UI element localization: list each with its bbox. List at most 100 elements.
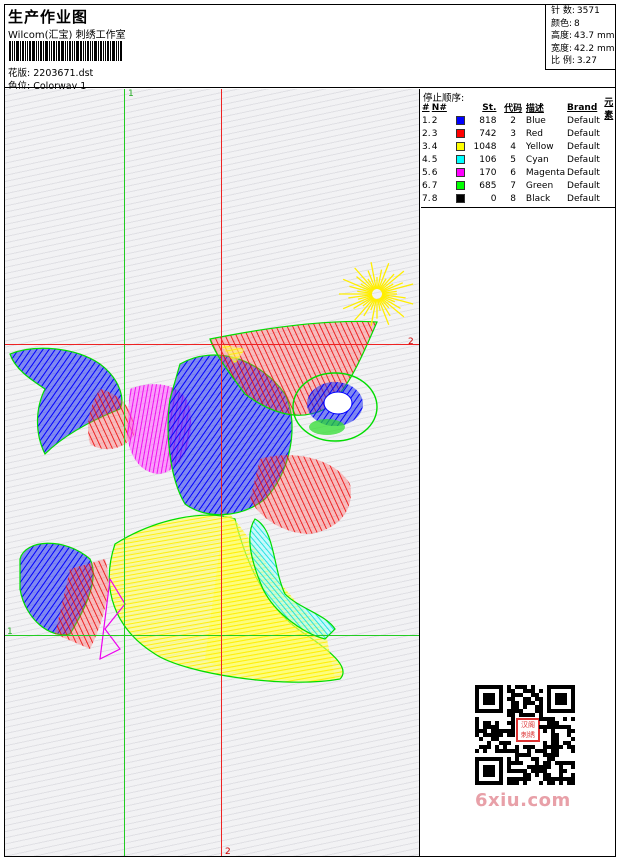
qr-module bbox=[535, 773, 539, 777]
stat-ratio-label: 比 例: bbox=[551, 56, 575, 66]
guide-horizontal-2 bbox=[5, 344, 419, 345]
row-code: 6 bbox=[510, 167, 517, 178]
qr-finder bbox=[483, 693, 495, 705]
row-code: 7 bbox=[510, 180, 517, 191]
watermark: 6xiu.com bbox=[475, 790, 571, 811]
table-body: 1. 2 818 2 Blue Default 2. 3 742 3 Red Default 3. 4 10… bbox=[421, 114, 616, 205]
row-needle: 5 bbox=[431, 154, 438, 165]
barcode bbox=[9, 41, 143, 61]
stat-height: 高度: 43.7 mm bbox=[549, 30, 616, 43]
row-brand: Default bbox=[567, 167, 600, 178]
red-body bbox=[250, 455, 351, 534]
stat-height-value: 43.7 mm bbox=[574, 31, 615, 41]
color-swatch bbox=[455, 116, 465, 125]
row-index: 7. bbox=[422, 193, 431, 204]
stat-width-label: 宽度: bbox=[551, 43, 573, 54]
row-swatch bbox=[451, 194, 469, 203]
row-brand: Default bbox=[567, 128, 600, 139]
color-swatch bbox=[455, 155, 465, 164]
stat-stitches-label: 针 数: bbox=[551, 6, 575, 16]
qr-module bbox=[539, 689, 543, 693]
qr-module bbox=[571, 737, 575, 741]
row-stitches: 0 bbox=[490, 193, 497, 204]
row-brand: Default bbox=[567, 180, 600, 191]
row-index: 6. bbox=[422, 180, 431, 191]
design-canvas[interactable]: 1 1 2 2 bbox=[5, 89, 420, 856]
embroidery-design bbox=[9, 261, 414, 683]
qr-module bbox=[571, 749, 575, 753]
guide-horizontal-1 bbox=[5, 635, 419, 636]
guide-label-v2: 2 bbox=[225, 847, 231, 856]
qr-module bbox=[551, 781, 555, 785]
row-desc: Yellow bbox=[525, 141, 554, 152]
qr-module bbox=[479, 737, 483, 741]
row-code: 3 bbox=[510, 128, 517, 139]
row-needle: 7 bbox=[431, 180, 438, 191]
table-row[interactable]: 6. 7 685 7 Green Default bbox=[421, 179, 616, 192]
row-needle: 4 bbox=[431, 141, 438, 152]
table-row[interactable]: 3. 4 1048 4 Yellow Default bbox=[421, 140, 616, 153]
qr-module bbox=[519, 761, 523, 765]
row-brand: Default bbox=[567, 193, 600, 204]
row-stitches: 742 bbox=[479, 128, 497, 139]
qr-module bbox=[531, 713, 535, 717]
qr-module bbox=[515, 781, 519, 785]
header-stitches: St. bbox=[482, 102, 497, 113]
qr-module bbox=[499, 733, 503, 737]
stat-stitches-value: 3571 bbox=[576, 6, 600, 16]
guide-vertical-1 bbox=[124, 89, 125, 856]
row-stitches: 170 bbox=[479, 167, 497, 178]
header-code: 代码 bbox=[504, 104, 523, 114]
table-row[interactable]: 1. 2 818 2 Blue Default bbox=[421, 114, 616, 127]
header-n: # bbox=[422, 102, 430, 113]
row-desc: Blue bbox=[525, 115, 546, 126]
qr-module bbox=[487, 745, 491, 749]
row-desc: Magenta bbox=[525, 167, 566, 178]
qr-module bbox=[523, 705, 527, 709]
color-swatch bbox=[455, 194, 465, 203]
row-needle: 3 bbox=[431, 128, 438, 139]
qr-stamp: 汉阁刺绣 bbox=[516, 718, 540, 742]
header-needle: N# bbox=[431, 102, 447, 113]
row-stitches: 818 bbox=[479, 115, 497, 126]
stats-panel: 针 数: 3571 颜色: 8 高度: 43.7 mm 宽度: 42.2 mm 比 例:… bbox=[545, 4, 616, 70]
guide-vertical-2 bbox=[221, 89, 222, 856]
header-brand: Brand bbox=[567, 102, 598, 113]
header: 生产作业图 Wilcom(汇宝) 刺绣工作室 花版: 2203671.dst 色… bbox=[4, 4, 616, 92]
qr-module bbox=[511, 733, 515, 737]
table-row[interactable]: 7. 8 0 8 Black Default bbox=[421, 192, 616, 205]
table-row[interactable]: 2. 3 742 3 Red Default bbox=[421, 127, 616, 140]
qr-module bbox=[543, 729, 547, 733]
row-desc: Red bbox=[525, 128, 544, 139]
header-desc: 描述 bbox=[525, 104, 544, 114]
qr-finder bbox=[483, 765, 495, 777]
table-row[interactable]: 4. 5 106 5 Cyan Default bbox=[421, 153, 616, 166]
row-brand: Default bbox=[567, 154, 600, 165]
qr-code[interactable]: 汉阁刺绣 bbox=[472, 682, 578, 788]
row-brand: Default bbox=[567, 141, 600, 152]
row-index: 3. bbox=[422, 141, 431, 152]
qr-module bbox=[539, 781, 543, 785]
header-element: 元素 bbox=[604, 97, 614, 121]
row-index: 2. bbox=[422, 128, 431, 139]
row-desc: Cyan bbox=[525, 154, 549, 165]
table-row[interactable]: 5. 6 170 6 Magenta Default bbox=[421, 166, 616, 179]
row-needle: 8 bbox=[431, 193, 438, 204]
row-swatch bbox=[451, 129, 469, 138]
guide-label-h1: 1 bbox=[7, 627, 13, 637]
row-stitches: 685 bbox=[479, 180, 497, 191]
row-swatch bbox=[451, 155, 469, 164]
row-swatch bbox=[451, 181, 469, 190]
row-brand: Default bbox=[567, 115, 600, 126]
row-desc: Green bbox=[525, 180, 554, 191]
stat-colors-label: 颜色: bbox=[551, 18, 573, 29]
row-code: 2 bbox=[510, 115, 517, 126]
row-swatch bbox=[451, 168, 469, 177]
row-swatch bbox=[451, 116, 469, 125]
stat-stitches: 针 数: 3571 bbox=[549, 5, 616, 18]
qr-module bbox=[523, 781, 527, 785]
color-swatch bbox=[455, 168, 465, 177]
row-needle: 2 bbox=[431, 115, 438, 126]
stat-colors-value: 8 bbox=[574, 18, 580, 29]
qr-module bbox=[555, 753, 559, 757]
